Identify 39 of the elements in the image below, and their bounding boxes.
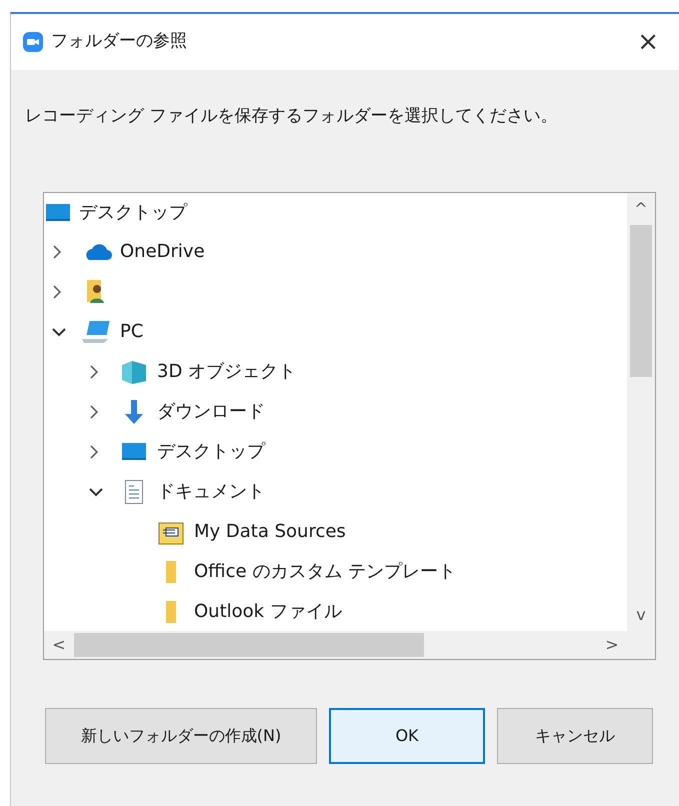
chevron-down-icon[interactable] — [89, 486, 103, 496]
scroll-up-button[interactable]: ^ — [627, 192, 655, 224]
horizontal-scrollbar[interactable]: < > — [44, 630, 655, 658]
scroll-right-button[interactable]: > — [597, 630, 627, 658]
folder-icon — [164, 560, 178, 584]
window-title: フォルダーの参照 — [51, 30, 187, 54]
chevron-down-icon[interactable] — [52, 326, 66, 336]
close-button[interactable]: × — [633, 29, 663, 55]
folder-label[interactable]: OneDrive — [118, 238, 207, 265]
dialog-button[interactable]: キャンセル — [497, 708, 653, 764]
monitor-icon — [121, 442, 147, 462]
scroll-down-button[interactable]: v — [627, 598, 655, 630]
vertical-scrollbar[interactable]: ^ v — [627, 192, 655, 630]
document-icon — [124, 478, 144, 504]
video-camera-icon — [23, 32, 43, 52]
scrollbar-thumb[interactable] — [74, 632, 424, 656]
down-arrow-icon — [123, 398, 145, 424]
instruction-text: レコーディング ファイルを保存するフォルダーを選択してください。 — [25, 105, 558, 128]
folder-label[interactable]: デスクトップ — [155, 438, 267, 465]
folder-label[interactable]: 3D オブジェクト — [155, 358, 298, 385]
scroll-left-button[interactable]: < — [44, 630, 74, 658]
monitor-icon — [45, 202, 71, 222]
folder-label[interactable]: My Data Sources — [192, 518, 348, 545]
chevron-right-icon[interactable] — [52, 244, 62, 258]
chevron-right-icon[interactable] — [89, 364, 99, 378]
cube-icon — [120, 358, 148, 384]
chevron-right-icon[interactable] — [89, 444, 99, 458]
folder-label[interactable]: Outlook ファイル — [192, 598, 344, 625]
folder-label[interactable]: ドキュメント — [155, 478, 267, 505]
folder-label[interactable]: デスクトップ — [77, 199, 189, 226]
dialog-button[interactable]: 新しいフォルダーの作成(N) — [45, 708, 317, 764]
folder-label[interactable]: Office のカスタム テンプレート — [192, 558, 458, 585]
scrollbar-thumb[interactable] — [630, 224, 652, 376]
chevron-right-icon[interactable] — [52, 284, 62, 298]
folder-icon — [164, 600, 178, 624]
chevron-right-icon[interactable] — [89, 404, 99, 418]
folder-label[interactable]: ダウンロード — [155, 398, 267, 425]
dialog-button[interactable]: OK — [329, 708, 485, 764]
folder-label[interactable]: PC — [118, 318, 146, 345]
